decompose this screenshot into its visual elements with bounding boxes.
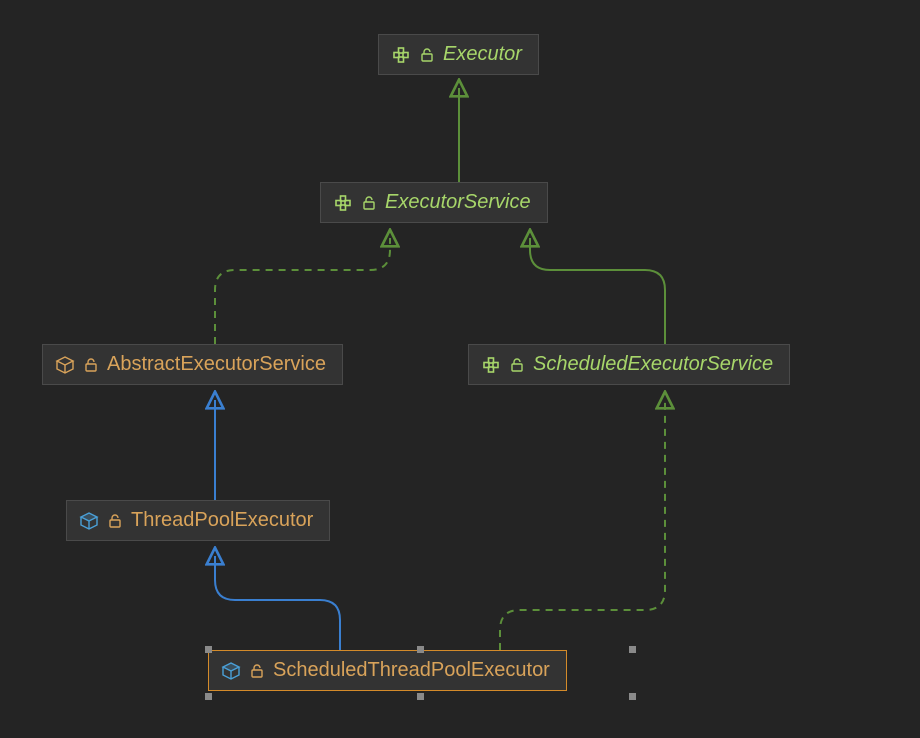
node-label: Executor xyxy=(443,43,522,66)
unlock-icon xyxy=(107,513,123,529)
node-executor[interactable]: Executor xyxy=(378,34,539,75)
edge-ses-to-exs xyxy=(530,238,665,344)
edge-aes-to-exs xyxy=(215,238,390,344)
node-executor-service[interactable]: ExecutorService xyxy=(320,182,548,223)
selection-handle[interactable] xyxy=(205,693,212,700)
unlock-icon xyxy=(249,663,265,679)
class-icon xyxy=(79,511,99,531)
unlock-icon xyxy=(361,195,377,211)
selection-handle[interactable] xyxy=(629,646,636,653)
unlock-icon xyxy=(509,357,525,373)
unlock-icon xyxy=(419,47,435,63)
class-icon xyxy=(221,661,241,681)
node-scheduled-executor-service[interactable]: ScheduledExecutorService xyxy=(468,344,790,385)
selection-handle[interactable] xyxy=(205,646,212,653)
interface-icon xyxy=(481,355,501,375)
edge-stpe-to-ses xyxy=(500,400,665,650)
node-label: AbstractExecutorService xyxy=(107,353,326,376)
class-icon xyxy=(55,355,75,375)
node-scheduled-thread-pool-executor[interactable]: ScheduledThreadPoolExecutor xyxy=(208,650,567,691)
edge-stpe-to-tpe xyxy=(215,556,340,650)
selection-handle[interactable] xyxy=(629,693,636,700)
selection-handle[interactable] xyxy=(417,646,424,653)
interface-icon xyxy=(333,193,353,213)
unlock-icon xyxy=(83,357,99,373)
node-label: ScheduledExecutorService xyxy=(533,353,773,376)
diagram-canvas[interactable]: { "nodes": { "executor": { "label": "Exe… xyxy=(0,0,920,738)
selection-handle[interactable] xyxy=(417,693,424,700)
node-abstract-executor-service[interactable]: AbstractExecutorService xyxy=(42,344,343,385)
node-label: ExecutorService xyxy=(385,191,531,214)
node-label: ScheduledThreadPoolExecutor xyxy=(273,659,550,682)
node-label: ThreadPoolExecutor xyxy=(131,509,313,532)
interface-icon xyxy=(391,45,411,65)
node-thread-pool-executor[interactable]: ThreadPoolExecutor xyxy=(66,500,330,541)
